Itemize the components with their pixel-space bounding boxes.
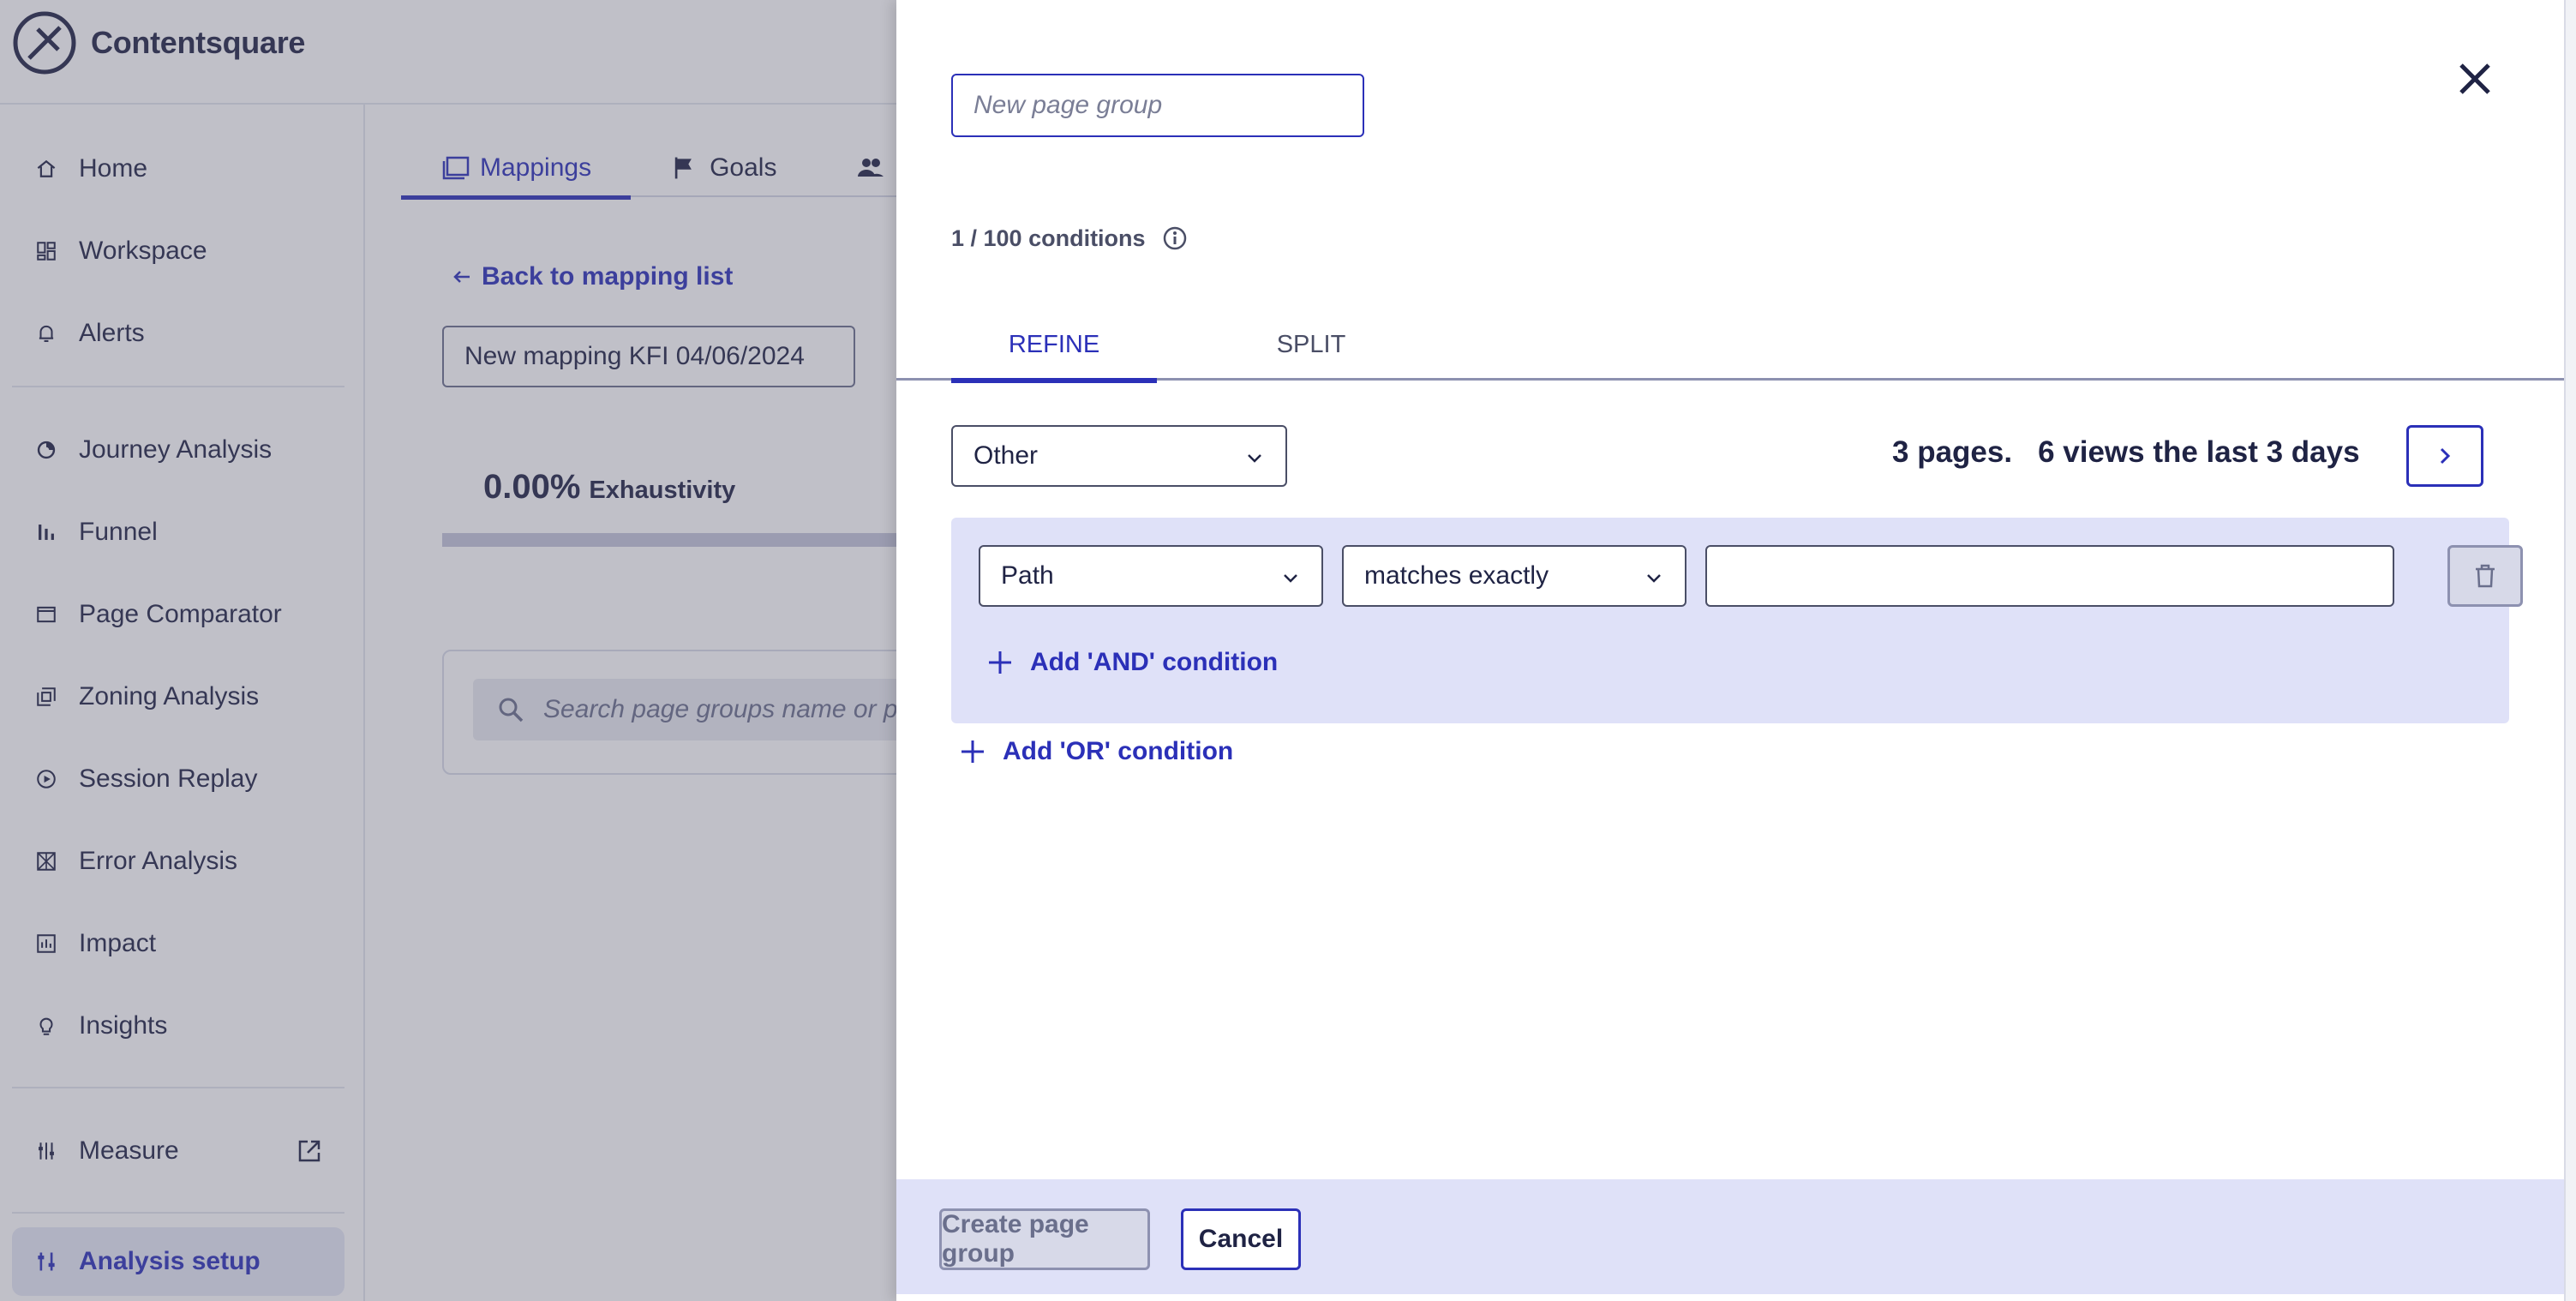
add-and-condition-button[interactable]: Add 'AND' condition [985, 648, 1278, 677]
tab-split[interactable]: SPLIT [1208, 309, 1414, 381]
add-or-condition-button[interactable]: Add 'OR' condition [958, 737, 1233, 766]
pages-count: 3 pages. [1892, 435, 2013, 469]
source-select-value: Other [973, 441, 1039, 470]
page-group-drawer: New page group 1 / 100 conditions REFINE… [896, 0, 2564, 1301]
condition-operator-value: matches exactly [1364, 561, 1549, 590]
chevron-down-icon [1248, 454, 1261, 463]
scrollbar[interactable] [2564, 0, 2576, 1301]
create-page-group-button[interactable]: Create page group [939, 1208, 1150, 1270]
conditions-count: 1 / 100 conditions [951, 225, 1189, 252]
conditions-count-label: 1 / 100 conditions [951, 225, 1146, 251]
trash-icon [2476, 564, 2495, 588]
source-select[interactable]: Other [951, 425, 1287, 487]
chevron-down-icon [1647, 574, 1661, 583]
plus-icon [989, 651, 1011, 674]
close-icon [2459, 63, 2490, 94]
view-pages-button[interactable] [2406, 425, 2483, 487]
drawer-tabs: REFINE SPLIT [896, 309, 2564, 383]
condition-value-input[interactable] [1705, 545, 2394, 607]
page-group-name-input[interactable]: New page group [951, 74, 1364, 137]
modal-overlay[interactable] [0, 0, 896, 1301]
add-or-label: Add 'OR' condition [1003, 737, 1234, 765]
chevron-down-icon [1284, 574, 1297, 583]
add-and-label: Add 'AND' condition [1030, 648, 1279, 676]
condition-group: Path matches exactly Add 'AND' condition [951, 518, 2523, 723]
info-icon[interactable] [1161, 225, 1189, 252]
cancel-button[interactable]: Cancel [1181, 1208, 1301, 1270]
views-count: 6 views the last 3 days [2038, 435, 2360, 469]
condition-field-value: Path [1001, 561, 1054, 590]
chevron-right-icon [2440, 447, 2451, 465]
close-button[interactable] [2447, 51, 2502, 106]
tab-refine[interactable]: REFINE [951, 309, 1157, 383]
delete-condition-button[interactable] [2447, 545, 2523, 607]
drawer-footer: Create page group Cancel [896, 1179, 2564, 1294]
condition-field-select[interactable]: Path [979, 545, 1323, 607]
condition-operator-select[interactable]: matches exactly [1342, 545, 1686, 607]
match-stats: 3 pages. 6 views the last 3 days [1892, 435, 2360, 470]
plus-icon [962, 740, 984, 763]
